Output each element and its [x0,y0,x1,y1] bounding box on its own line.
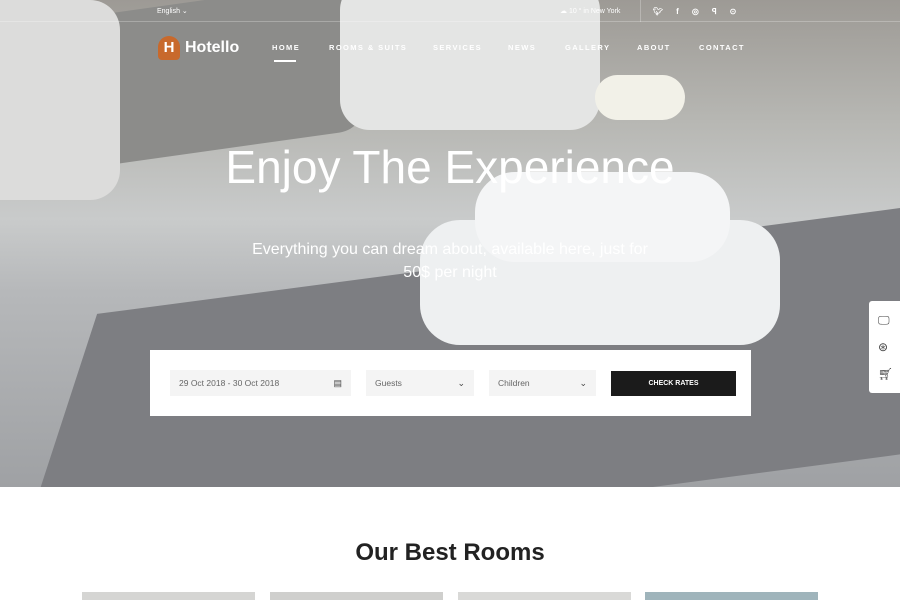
room-card[interactable] [645,592,818,600]
logo-icon: H [158,36,180,60]
hero-title: Enjoy The Experience [225,141,675,193]
room-card[interactable] [270,592,443,600]
side-toolbar: 🖵︎ ⊛ 🛒︎ [869,301,900,393]
chevron-down-icon: ⌄ [457,378,465,388]
nav-news[interactable]: NEWS [508,43,536,52]
instagram-icon[interactable]: ◎ [692,7,699,16]
hero-subtitle: Everything you can dream about, availabl… [252,241,648,281]
room-card[interactable] [82,592,255,600]
facebook-icon[interactable]: f [676,7,679,16]
cart-icon[interactable]: 🛒︎ [878,367,893,381]
date-range-input[interactable]: 29 Oct 2018 - 30 Oct 2018 ▤ [170,370,351,396]
children-select[interactable]: Children ⌄ [489,370,596,396]
nav-gallery[interactable]: GALLERY [565,43,610,52]
logo[interactable]: H Hotello [158,36,239,60]
twitter-icon[interactable]: 🐦︎ [653,7,663,16]
nav-contact[interactable]: CONTACT [699,43,745,52]
brand-name: Hotello [185,39,240,56]
booking-form: 29 Oct 2018 - 30 Oct 2018 ▤ Guests ⌄ Child… [150,350,751,416]
guests-select[interactable]: Guests ⌄ [366,370,474,396]
language-selector[interactable]: English ⌄ [157,7,188,15]
weather-readout: ☁ 10 ° in New York [560,8,621,15]
active-indicator [274,60,296,62]
tripadvisor-icon[interactable]: ⊙ [730,7,737,16]
support-icon[interactable]: ⊛ [878,340,888,354]
chevron-down-icon: ⌄ [579,378,587,388]
nav-services[interactable]: SERVICES [433,43,482,52]
nav-home[interactable]: HOME [272,43,300,52]
check-rates-button[interactable]: CHECK RATES [611,371,736,396]
section-title: Our Best Rooms [355,539,545,566]
flowers-shape [595,75,685,120]
social-links: 🐦︎ f ◎ ꟼ ⊙ [640,0,736,22]
nav-about[interactable]: ABOUT [637,43,671,52]
calendar-icon: ▤ [333,378,342,388]
nav-rooms[interactable]: ROOMS & SUITS [329,43,407,52]
monitor-icon[interactable]: 🖵︎ [878,313,890,328]
top-bar: English ⌄ ☁ 10 ° in New York 🐦︎ f ◎ ꟼ ⊙ [0,0,900,22]
room-card[interactable] [458,592,631,600]
foursquare-icon[interactable]: ꟼ [712,7,717,16]
